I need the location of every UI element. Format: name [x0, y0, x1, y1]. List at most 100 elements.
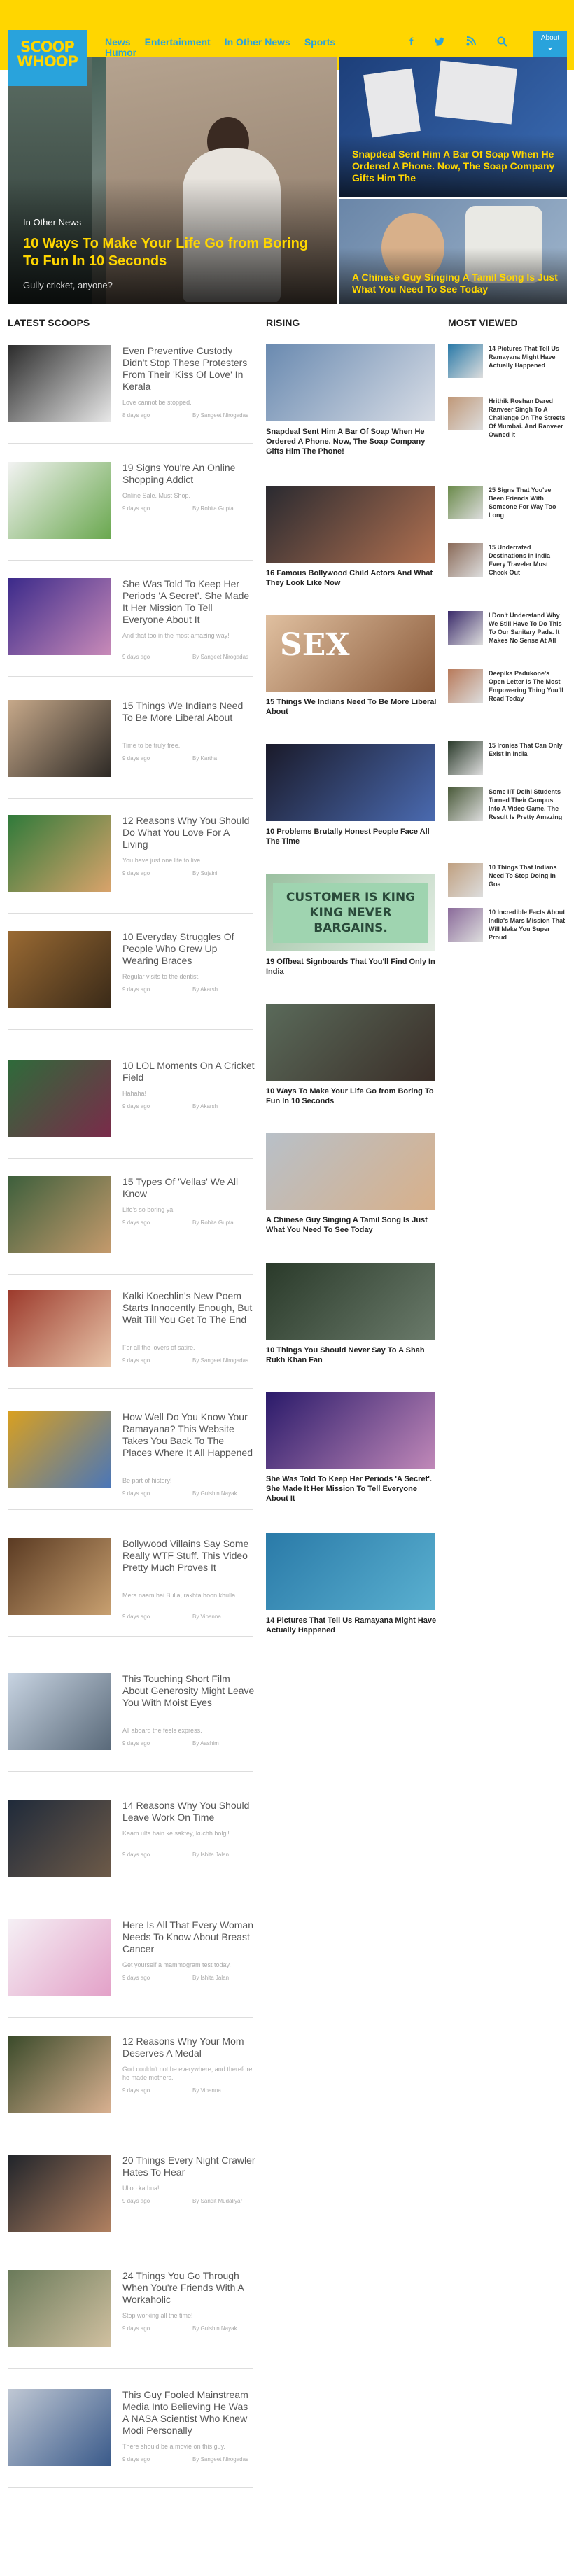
- latest-item-author[interactable]: By Ishita Jalan: [192, 1851, 229, 1858]
- latest-item-thumbnail[interactable]: [8, 1411, 111, 1488]
- latest-item-thumbnail[interactable]: [8, 2270, 111, 2347]
- latest-item-author[interactable]: By Rohita Gupta: [192, 505, 234, 512]
- latest-item-title[interactable]: 15 Things We Indians Need To Be More Lib…: [122, 700, 255, 724]
- latest-item-title[interactable]: 14 Reasons Why You Should Leave Work On …: [122, 1800, 255, 1823]
- most-viewed-item-thumbnail[interactable]: [448, 669, 483, 703]
- latest-item-title[interactable]: Even Preventive Custody Didn't Stop Thes…: [122, 345, 255, 393]
- latest-item-thumbnail[interactable]: [8, 1800, 111, 1877]
- latest-item-thumbnail[interactable]: [8, 1176, 111, 1253]
- most-viewed-item-thumbnail[interactable]: [448, 788, 483, 821]
- latest-item-title[interactable]: Bollywood Villains Say Some Really WTF S…: [122, 1538, 255, 1574]
- side-feature-2-title[interactable]: A Chinese Guy Singing A Tamil Song Is Ju…: [352, 272, 562, 295]
- rising-item-thumbnail[interactable]: [266, 1133, 435, 1210]
- latest-item-author[interactable]: By Kartha: [192, 755, 217, 762]
- most-viewed-item-thumbnail[interactable]: [448, 611, 483, 645]
- most-viewed-item-title[interactable]: Deepika Padukone's Open Letter Is The Mo…: [489, 669, 566, 703]
- rising-item-title[interactable]: She Was Told To Keep Her Periods 'A Secr…: [266, 1474, 441, 1504]
- rising-item-title[interactable]: Snapdeal Sent Him A Bar Of Soap When He …: [266, 427, 441, 456]
- latest-item-thumbnail[interactable]: [8, 2036, 111, 2113]
- rising-item-thumbnail[interactable]: [266, 344, 435, 421]
- latest-item-title[interactable]: Kalki Koechlin's New Poem Starts Innocen…: [122, 1290, 255, 1326]
- most-viewed-item-title[interactable]: 10 Incredible Facts About India's Mars M…: [489, 908, 566, 941]
- rising-item-thumbnail[interactable]: CUSTOMER IS KING KING NEVER BARGAINS.: [266, 874, 435, 951]
- rising-item-title[interactable]: A Chinese Guy Singing A Tamil Song Is Ju…: [266, 1215, 441, 1235]
- nav-news[interactable]: News: [105, 36, 131, 48]
- latest-item-author[interactable]: By Akarsh: [192, 986, 218, 993]
- rss-icon[interactable]: [466, 36, 477, 51]
- rising-item-thumbnail[interactable]: [266, 486, 435, 563]
- latest-item-title[interactable]: This Touching Short Film About Generosit…: [122, 1673, 255, 1709]
- latest-item-title[interactable]: 15 Types Of 'Vellas' We All Know: [122, 1176, 255, 1200]
- latest-item-title[interactable]: 10 Everyday Struggles Of People Who Grew…: [122, 931, 255, 967]
- rising-item-thumbnail[interactable]: [266, 744, 435, 821]
- nav-humor[interactable]: Humor: [105, 47, 136, 58]
- latest-item-author[interactable]: By Ishita Jalan: [192, 1975, 229, 1981]
- rising-item-title[interactable]: 10 Ways To Make Your Life Go from Boring…: [266, 1086, 441, 1106]
- hero-category[interactable]: In Other News: [23, 217, 81, 227]
- rising-item-title[interactable]: 14 Pictures That Tell Us Ramayana Might …: [266, 1616, 441, 1635]
- most-viewed-item-thumbnail[interactable]: [448, 908, 483, 941]
- latest-item-thumbnail[interactable]: [8, 578, 111, 655]
- latest-item-thumbnail[interactable]: [8, 2155, 111, 2232]
- search-icon[interactable]: [497, 36, 508, 51]
- rising-item-thumbnail[interactable]: [266, 1263, 435, 1340]
- latest-item-thumbnail[interactable]: [8, 2389, 111, 2466]
- latest-item-title[interactable]: 12 Reasons Why You Should Do What You Lo…: [122, 815, 255, 850]
- most-viewed-item-thumbnail[interactable]: [448, 486, 483, 519]
- most-viewed-item-title[interactable]: Hrithik Roshan Dared Ranveer Singh To A …: [489, 397, 566, 439]
- most-viewed-item-title[interactable]: 25 Signs That You've Been Friends With S…: [489, 486, 566, 519]
- rising-item-title[interactable]: 10 Problems Brutally Honest People Face …: [266, 827, 441, 846]
- hero-title[interactable]: 10 Ways To Make Your Life Go from Boring…: [23, 235, 317, 270]
- most-viewed-item-thumbnail[interactable]: [448, 741, 483, 775]
- twitter-icon[interactable]: [434, 36, 445, 51]
- latest-item-author[interactable]: By Akarsh: [192, 1103, 218, 1110]
- latest-item-title[interactable]: 24 Things You Go Through When You're Fri…: [122, 2270, 255, 2306]
- most-viewed-item-title[interactable]: I Don't Understand Why We Still Have To …: [489, 611, 566, 645]
- rising-item-thumbnail[interactable]: [266, 1392, 435, 1469]
- hero-feature[interactable]: In Other News 10 Ways To Make Your Life …: [8, 57, 337, 304]
- most-viewed-item-thumbnail[interactable]: [448, 863, 483, 897]
- latest-item-thumbnail[interactable]: [8, 1538, 111, 1615]
- latest-item-thumbnail[interactable]: [8, 815, 111, 892]
- rising-item-title[interactable]: 10 Things You Should Never Say To A Shah…: [266, 1345, 441, 1365]
- latest-item-author[interactable]: By Vipanna: [192, 1614, 221, 1620]
- latest-item-author[interactable]: By Vipanna: [192, 2087, 221, 2094]
- most-viewed-item-thumbnail[interactable]: [448, 543, 483, 577]
- rising-item-thumbnail[interactable]: [266, 1004, 435, 1081]
- nav-in-other-news[interactable]: In Other News: [225, 36, 290, 48]
- about-button[interactable]: About ⌄: [533, 31, 567, 57]
- most-viewed-item-thumbnail[interactable]: [448, 397, 483, 430]
- latest-item-author[interactable]: By Sangeet Nirogadas: [192, 1357, 248, 1364]
- most-viewed-item-title[interactable]: 14 Pictures That Tell Us Ramayana Might …: [489, 344, 566, 370]
- most-viewed-item-title[interactable]: Some IIT Delhi Students Turned Their Cam…: [489, 788, 566, 821]
- latest-item-thumbnail[interactable]: [8, 1060, 111, 1137]
- latest-item-title[interactable]: 12 Reasons Why Your Mom Deserves A Medal: [122, 2036, 255, 2059]
- rising-item-title[interactable]: 19 Offbeat Signboards That You'll Find O…: [266, 957, 441, 976]
- latest-item-author[interactable]: By Sujaini: [192, 870, 218, 876]
- most-viewed-item-thumbnail[interactable]: [448, 344, 483, 378]
- latest-item-thumbnail[interactable]: [8, 345, 111, 422]
- most-viewed-item-title[interactable]: 15 Ironies That Can Only Exist In India: [489, 741, 566, 758]
- side-feature-2[interactable]: A Chinese Guy Singing A Tamil Song Is Ju…: [340, 199, 567, 304]
- rising-item-thumbnail[interactable]: SEX: [266, 615, 435, 692]
- side-feature-1-title[interactable]: Snapdeal Sent Him A Bar Of Soap When He …: [352, 148, 562, 184]
- latest-item-author[interactable]: By Sangeet Nirogadas: [192, 412, 248, 419]
- latest-item-title[interactable]: 19 Signs You're An Online Shopping Addic…: [122, 462, 255, 486]
- latest-item-title[interactable]: This Guy Fooled Mainstream Media Into Be…: [122, 2389, 255, 2437]
- nav-sports[interactable]: Sports: [304, 36, 335, 48]
- most-viewed-item-title[interactable]: 15 Underrated Destinations In India Ever…: [489, 543, 566, 577]
- latest-item-author[interactable]: By Gulshin Nayak: [192, 2325, 237, 2332]
- rising-item-title[interactable]: 16 Famous Bollywood Child Actors And Wha…: [266, 568, 441, 588]
- latest-item-thumbnail[interactable]: [8, 931, 111, 1008]
- facebook-icon[interactable]: f: [410, 36, 413, 51]
- latest-item-title[interactable]: How Well Do You Know Your Ramayana? This…: [122, 1411, 255, 1459]
- latest-item-thumbnail[interactable]: [8, 1673, 111, 1750]
- side-feature-1[interactable]: Snapdeal Sent Him A Bar Of Soap When He …: [340, 57, 567, 197]
- latest-item-title[interactable]: 10 LOL Moments On A Cricket Field: [122, 1060, 255, 1084]
- most-viewed-item-title[interactable]: 10 Things That Indians Need To Stop Doin…: [489, 863, 566, 888]
- site-logo[interactable]: SCOOP WHOOP: [8, 30, 87, 86]
- latest-item-author[interactable]: By Gulshin Nayak: [192, 1490, 237, 1497]
- latest-item-thumbnail[interactable]: [8, 462, 111, 539]
- latest-item-author[interactable]: By Sangeet Nirogadas: [192, 2456, 248, 2463]
- latest-item-author[interactable]: By Rohita Gupta: [192, 1219, 234, 1226]
